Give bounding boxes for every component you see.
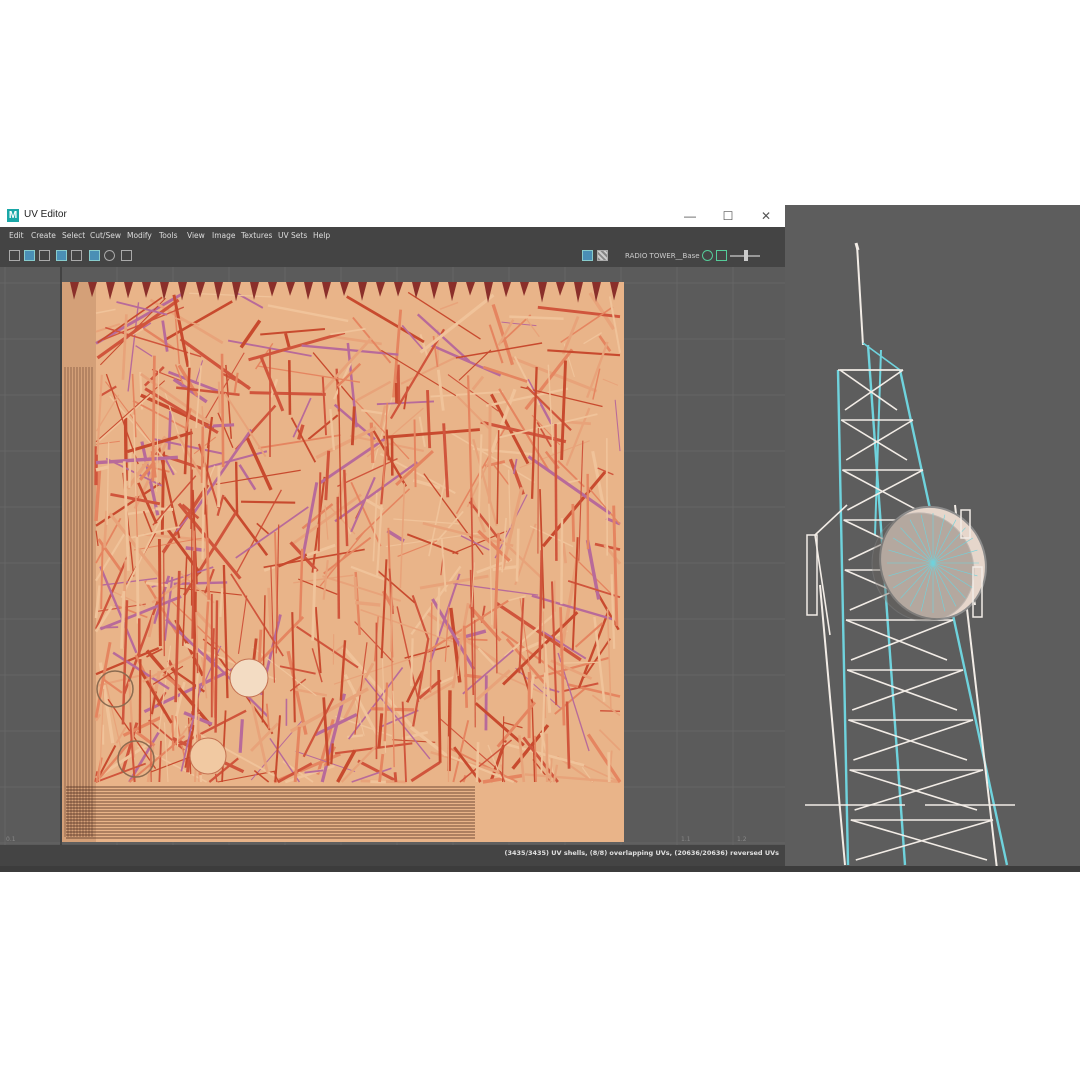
menu-tools[interactable]: Tools bbox=[159, 231, 177, 240]
image-icon[interactable] bbox=[39, 250, 50, 261]
uv-graph[interactable]: 0.1 1.1 1.2 bbox=[0, 267, 785, 858]
texture-borders-icon[interactable] bbox=[71, 250, 82, 261]
menu-create[interactable]: Create bbox=[31, 231, 56, 240]
menu-help[interactable]: Help bbox=[313, 231, 330, 240]
title-bar[interactable]: M UV Editor — ☐ ✕ bbox=[0, 205, 785, 227]
minimize-icon[interactable]: — bbox=[672, 206, 708, 226]
menu-image[interactable]: Image bbox=[212, 231, 236, 240]
color-icon[interactable] bbox=[716, 250, 727, 261]
slider-handle[interactable] bbox=[744, 250, 748, 261]
axis-label-left: 0.1 bbox=[6, 836, 16, 843]
menu-edit[interactable]: Edit bbox=[9, 231, 24, 240]
menu-bar: Edit Create Select Cut/Sew Modify Tools … bbox=[0, 227, 785, 245]
shading-icon[interactable] bbox=[104, 250, 115, 261]
menu-cut-sew[interactable]: Cut/Sew bbox=[90, 231, 121, 240]
checker-icon[interactable] bbox=[597, 250, 608, 261]
uv-toolbar: RADIO TOWER__Base bbox=[0, 245, 785, 267]
uv-select-icon[interactable] bbox=[24, 250, 35, 261]
display-image-icon[interactable] bbox=[582, 250, 593, 261]
frame-icon[interactable] bbox=[56, 250, 67, 261]
uv-layout bbox=[0, 267, 785, 858]
menu-view[interactable]: View bbox=[187, 231, 205, 240]
radio-tower-wireframe bbox=[805, 242, 1015, 870]
menu-modify[interactable]: Modify bbox=[127, 231, 152, 240]
timeline-strip bbox=[0, 866, 1080, 872]
status-bar: (3435/3435) UV shells, (8/8) overlapping… bbox=[0, 845, 785, 863]
globe-icon[interactable] bbox=[702, 250, 713, 261]
snapshot-icon[interactable] bbox=[121, 250, 132, 261]
axis-label-right1: 1.1 bbox=[681, 836, 691, 843]
uv-stats: (3435/3435) UV shells, (8/8) overlapping… bbox=[504, 849, 779, 857]
menu-select[interactable]: Select bbox=[62, 231, 85, 240]
menu-uv-sets[interactable]: UV Sets bbox=[278, 231, 307, 240]
uv-set-label[interactable]: RADIO TOWER__Base bbox=[625, 252, 700, 260]
axis-label-right2: 1.2 bbox=[737, 836, 747, 843]
maximize-icon[interactable]: ☐ bbox=[710, 206, 746, 226]
close-icon[interactable]: ✕ bbox=[748, 206, 784, 226]
grid-icon[interactable] bbox=[89, 250, 100, 261]
window-title: UV Editor bbox=[24, 209, 67, 220]
3d-viewport[interactable] bbox=[785, 205, 1080, 870]
menu-textures[interactable]: Textures bbox=[241, 231, 272, 240]
uv-shell-icon[interactable] bbox=[9, 250, 20, 261]
uv-editor-window: M UV Editor — ☐ ✕ Edit Create Select Cut… bbox=[0, 205, 785, 870]
maya-icon: M bbox=[7, 209, 19, 222]
